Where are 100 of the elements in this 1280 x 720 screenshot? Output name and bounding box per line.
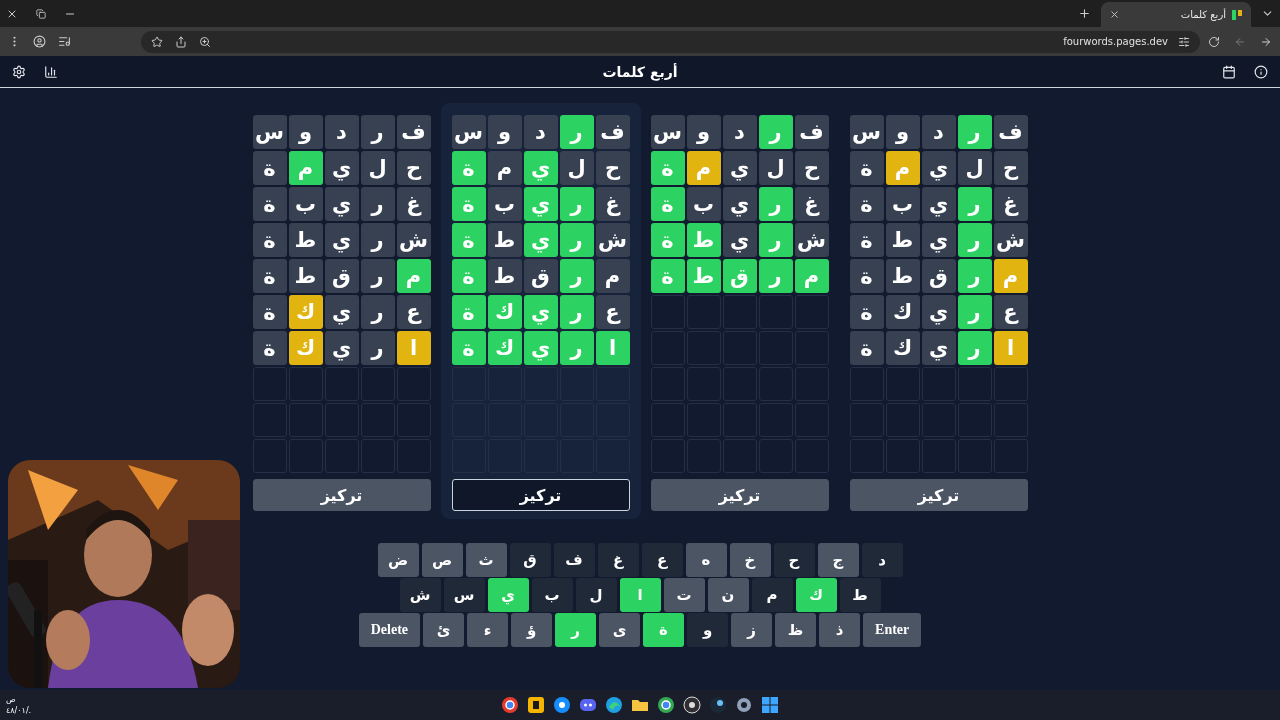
keyboard-key[interactable]: ث [465, 543, 507, 577]
settings-icon[interactable] [12, 64, 26, 79]
keyboard-key[interactable]: ح [773, 543, 815, 577]
app-title: أربع كلمات [602, 63, 678, 80]
letter-tile: م [487, 151, 522, 185]
letter-tile: م [885, 151, 920, 185]
keyboard-key[interactable]: ص [421, 543, 463, 577]
keyboard-key[interactable]: ظ [775, 613, 817, 647]
letter-tile: غ [396, 187, 431, 221]
browser-tab[interactable]: أربع كلمات [1101, 2, 1251, 27]
letter-tile: ة [451, 259, 486, 293]
keyboard-key[interactable]: ئ [423, 613, 465, 647]
keyboard-key[interactable]: ؤ [511, 613, 553, 647]
letter-tile: ق [921, 259, 956, 293]
new-tab-icon[interactable] [1078, 7, 1091, 20]
focus-button[interactable]: تركيز [650, 479, 829, 511]
calendar-icon[interactable] [1222, 64, 1236, 79]
letter-tile: ك [288, 295, 323, 329]
letter-tile: ة [451, 331, 486, 365]
letter-tile: ا [993, 331, 1028, 365]
browser-icon[interactable] [657, 696, 675, 714]
launcher-icon[interactable] [527, 696, 545, 714]
letter-tile: ي [324, 187, 359, 221]
media-icon[interactable] [58, 35, 71, 48]
keyboard-key[interactable]: ط [839, 578, 881, 612]
keyboard-key[interactable]: ع [641, 543, 683, 577]
zoom-icon[interactable] [199, 35, 211, 48]
profile-icon[interactable] [33, 35, 46, 48]
letter-tile: ر [957, 331, 992, 365]
letter-tile: ر [758, 259, 793, 293]
chat-app-icon[interactable] [579, 696, 597, 714]
keyboard-key[interactable]: ب [531, 578, 573, 612]
site-settings-icon[interactable] [1178, 35, 1190, 48]
tab-title: أربع كلمات [1180, 9, 1226, 20]
keyboard-key[interactable]: س [443, 578, 485, 612]
letter-tile: ي [722, 151, 757, 185]
letter-tile: ر [758, 223, 793, 257]
letter-tile: ة [650, 151, 685, 185]
letter-tile: ة [849, 259, 884, 293]
focus-button[interactable]: تركيز [849, 479, 1028, 511]
letter-tile: ة [252, 151, 287, 185]
restore-icon[interactable] [36, 8, 46, 19]
letter-tile: ي [523, 187, 558, 221]
settings-icon[interactable] [735, 696, 753, 714]
letter-tile: ط [686, 223, 721, 257]
keyboard-key[interactable]: ق [509, 543, 551, 577]
keyboard-key[interactable]: ى [599, 613, 641, 647]
keyboard-key[interactable]: ل [575, 578, 617, 612]
letter-tile: ي [921, 151, 956, 185]
keyboard-key[interactable]: Enter [863, 613, 922, 647]
keyboard-key[interactable]: ت [663, 578, 705, 612]
letter-tile: ي [324, 223, 359, 257]
keyboard-key[interactable]: ن [707, 578, 749, 612]
keyboard-key[interactable]: ذ [819, 613, 861, 647]
letter-tile: ا [396, 331, 431, 365]
letter-tile: ح [396, 151, 431, 185]
reload-icon[interactable] [1208, 35, 1220, 48]
keyboard-key[interactable]: ء [467, 613, 509, 647]
keyboard-key[interactable]: ش [399, 578, 441, 612]
record-icon[interactable] [683, 696, 701, 714]
focus-button[interactable]: تركيز [451, 479, 630, 511]
address-bar[interactable]: fourwords.pages.dev [141, 30, 1200, 53]
keyboard-key[interactable]: ج [817, 543, 859, 577]
keyboard-key[interactable]: غ [597, 543, 639, 577]
letter-tile: ة [252, 187, 287, 221]
letter-tile: ش [794, 223, 829, 257]
letter-tile: ك [288, 331, 323, 365]
keyboard-key[interactable]: ه [685, 543, 727, 577]
keyboard-key[interactable]: ف [553, 543, 595, 577]
letter-tile: د [523, 115, 558, 149]
letter-tile: ر [360, 187, 395, 221]
star-icon[interactable] [151, 35, 163, 48]
keyboard-key[interactable]: Delete [358, 613, 421, 647]
letter-tile: ط [885, 259, 920, 293]
stats-icon[interactable] [44, 64, 58, 79]
close-icon[interactable] [1109, 9, 1120, 20]
letter-tile: ي [722, 223, 757, 257]
letter-tile: ي [324, 331, 359, 365]
keyboard-key[interactable]: ز [731, 613, 773, 647]
keyboard-key[interactable]: م [751, 578, 793, 612]
letter-tile: ة [451, 151, 486, 185]
focus-button[interactable]: تركيز [252, 479, 431, 511]
keyboard-key[interactable]: خ [729, 543, 771, 577]
letter-tile: ف [595, 115, 630, 149]
keyboard-key[interactable]: و [687, 613, 729, 647]
browser-icon[interactable] [501, 696, 519, 714]
letter-tile: ة [252, 295, 287, 329]
browser-icon[interactable] [605, 696, 623, 714]
letter-tile: و [288, 115, 323, 149]
forward-icon[interactable] [1260, 35, 1272, 48]
letter-tile: ط [288, 223, 323, 257]
share-icon[interactable] [175, 35, 187, 48]
launcher-icon[interactable] [553, 696, 571, 714]
letter-tile: ر [360, 259, 395, 293]
keyboard-key[interactable]: د [861, 543, 903, 577]
keyboard-key[interactable]: ض [377, 543, 419, 577]
letter-tile: ة [252, 259, 287, 293]
start-icon[interactable] [761, 696, 779, 714]
info-icon[interactable] [1254, 64, 1268, 79]
letter-tile: ك [885, 331, 920, 365]
